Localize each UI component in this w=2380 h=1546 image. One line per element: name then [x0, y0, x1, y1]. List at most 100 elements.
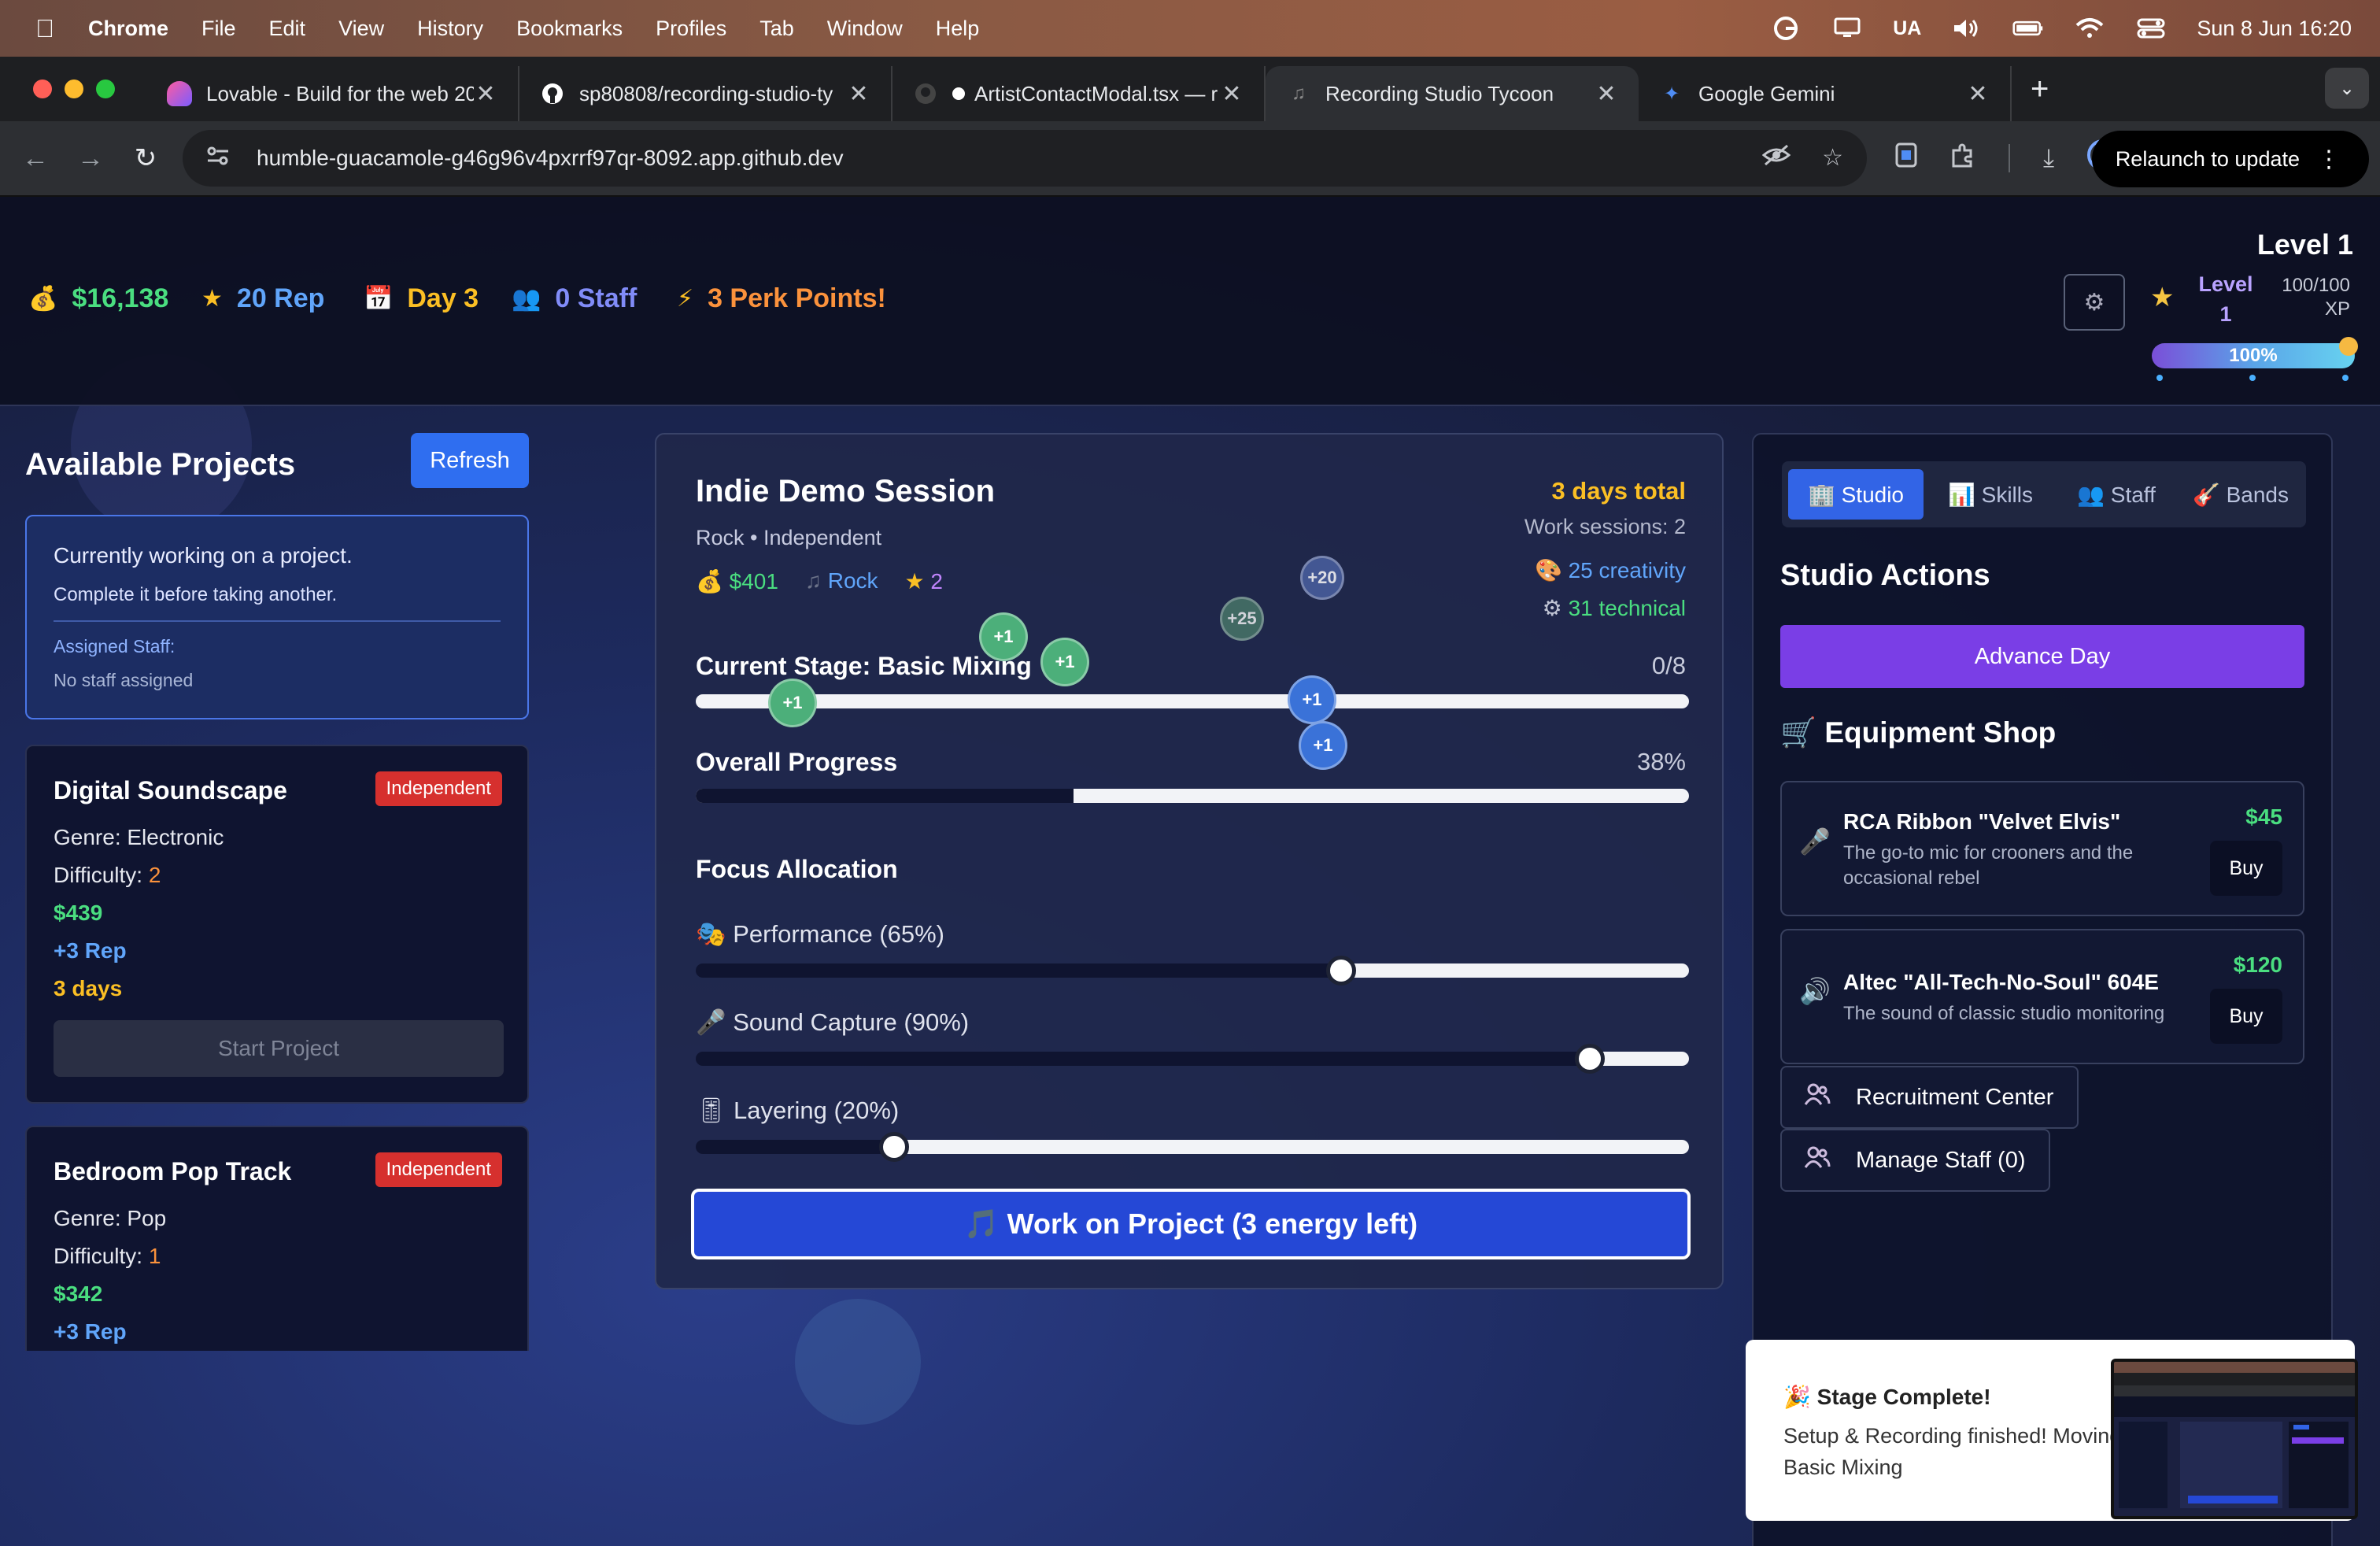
menu-edit[interactable]: Edit	[269, 17, 306, 41]
stage-count: 0/8	[1651, 652, 1686, 679]
back-arrow-icon[interactable]: ←	[8, 143, 63, 174]
layering-slider[interactable]	[696, 1140, 1689, 1154]
tab-github-repo[interactable]: sp80808/recording-studio-ty ✕	[519, 66, 893, 121]
tab-google-gemini[interactable]: ✦ Google Gemini ✕	[1639, 66, 2012, 121]
close-icon[interactable]: ✕	[474, 80, 497, 108]
bookmark-star-icon[interactable]: ☆	[1822, 144, 1843, 172]
close-icon[interactable]: ✕	[1220, 80, 1244, 108]
menu-file[interactable]: File	[201, 17, 236, 41]
theater-masks-icon: 🎭	[696, 920, 726, 948]
buy-button[interactable]: Buy	[2210, 989, 2282, 1044]
menu-app[interactable]: Chrome	[88, 17, 168, 41]
sound-capture-slider-thumb[interactable]	[1574, 1044, 1605, 1074]
buy-button[interactable]: Buy	[2210, 841, 2282, 896]
start-project-button[interactable]: Start Project	[54, 1020, 504, 1077]
floating-gain-bubble: +1	[1288, 675, 1336, 724]
menu-window[interactable]: Window	[827, 17, 903, 41]
tab-lovable[interactable]: Lovable - Build for the web 20 ✕	[146, 66, 519, 121]
level-star-icon: ★	[2150, 283, 2175, 313]
address-bar[interactable]: humble-guacamole-g46g96v4pxrrf97qr-8092.…	[183, 130, 1867, 187]
project-card-bedroom-pop-track: Bedroom Pop Track Independent Genre: Pop…	[25, 1126, 529, 1351]
browser-tab-strip: Lovable - Build for the web 20 ✕ sp80808…	[0, 57, 2380, 121]
recruitment-center-button[interactable]: Recruitment Center	[1780, 1066, 2079, 1129]
session-genre: ♫ Rock	[805, 568, 878, 594]
rep-stat: ★ 20 Rep	[201, 283, 324, 314]
tab-staff[interactable]: 👥 Staff	[2057, 469, 2175, 520]
github-icon	[540, 81, 565, 106]
manage-staff-button[interactable]: Manage Staff (0)	[1780, 1129, 2051, 1192]
relaunch-to-update-button[interactable]: Relaunch to update ⋮	[2091, 131, 2369, 187]
screenshot-thumbnail-preview[interactable]	[2111, 1359, 2358, 1519]
grammarly-icon[interactable]	[1770, 16, 1802, 41]
decorative-circle	[795, 1299, 921, 1425]
advance-day-button[interactable]: Advance Day	[1780, 625, 2304, 688]
tab-search-chevron-icon[interactable]: ⌄	[2325, 68, 2369, 109]
menu-view[interactable]: View	[338, 17, 384, 41]
kebab-menu-icon[interactable]: ⋮	[2317, 146, 2341, 173]
close-window-button[interactable]	[33, 80, 52, 98]
display-icon[interactable]	[1831, 16, 1863, 41]
close-icon[interactable]: ✕	[1966, 80, 1990, 108]
performance-slider[interactable]	[696, 963, 1689, 978]
forward-arrow-icon[interactable]: →	[63, 143, 118, 174]
tab-title: sp80808/recording-studio-ty	[579, 81, 833, 105]
browser-toolbar: ← → ↻ humble-guacamole-g46g96v4pxrrf97qr…	[0, 121, 2380, 197]
tab-title: Lovable - Build for the web 20	[206, 81, 474, 105]
floating-gain-bubble: +25	[1220, 597, 1264, 641]
menu-history[interactable]: History	[417, 17, 483, 41]
menu-help[interactable]: Help	[936, 17, 980, 41]
recruitment-center-label: Recruitment Center	[1856, 1084, 2054, 1110]
sound-capture-slider[interactable]	[696, 1052, 1689, 1066]
mixer-icon: 🎚	[696, 1097, 727, 1124]
users-icon	[1804, 1146, 1831, 1174]
menu-bookmarks[interactable]: Bookmarks	[516, 17, 623, 41]
project-difficulty: Difficulty: 2	[54, 863, 161, 888]
battery-icon[interactable]	[2012, 16, 2044, 41]
project-name: Bedroom Pop Track	[54, 1157, 292, 1185]
site-settings-icon[interactable]	[206, 146, 235, 172]
extension-badge-icon[interactable]	[1895, 142, 1917, 174]
performance-slider-thumb[interactable]	[1326, 956, 1357, 986]
assigned-staff-value: No staff assigned	[54, 670, 194, 690]
notice-line-2: Complete it before taking another.	[54, 584, 338, 605]
tab-skills[interactable]: 📊 Skills	[1931, 469, 2049, 520]
input-source-label[interactable]: UA	[1893, 17, 1921, 40]
wifi-icon[interactable]	[2074, 16, 2105, 41]
apple-icon[interactable]: 	[33, 14, 57, 43]
equipment-description: The sound of classic studio monitoring	[1843, 1003, 2165, 1024]
project-days: 3 days	[54, 976, 123, 1000]
close-icon[interactable]: ✕	[1595, 80, 1618, 108]
minimize-window-button[interactable]	[65, 80, 83, 98]
menu-profiles[interactable]: Profiles	[656, 17, 726, 41]
new-tab-button[interactable]: +	[2031, 72, 2049, 107]
perk-points-stat[interactable]: ⚡ 3 Perk Points!	[677, 283, 886, 314]
macos-menubar:  Chrome File Edit View History Bookmark…	[0, 0, 2380, 57]
settings-gear-button[interactable]: ⚙	[2064, 274, 2125, 331]
control-center-icon[interactable]	[2135, 16, 2167, 41]
level-label: Level 1	[2198, 272, 2253, 326]
volume-icon[interactable]	[1951, 16, 1983, 41]
menubar-datetime[interactable]: Sun 8 Jun 16:20	[2197, 17, 2352, 41]
close-icon[interactable]: ✕	[847, 80, 870, 108]
eye-slash-icon[interactable]	[1761, 144, 1791, 172]
equipment-shop-title: 🛒 Equipment Shop	[1780, 716, 2057, 749]
zoom-window-button[interactable]	[96, 80, 115, 98]
difficulty-value: 1	[148, 1244, 161, 1268]
tab-recording-studio-tycoon[interactable]: ♫ Recording Studio Tycoon ✕	[1266, 66, 1639, 121]
xp-progress-bar: 100%	[2152, 343, 2355, 368]
reload-icon[interactable]: ↻	[118, 142, 173, 174]
tab-bands[interactable]: 🎸 Bands	[2182, 469, 2300, 520]
refresh-button[interactable]: Refresh	[411, 433, 529, 488]
assigned-staff-label: Assigned Staff:	[54, 636, 176, 656]
focus-sound-capture-label: 🎤 Sound Capture (90%)	[696, 1008, 969, 1037]
menu-tab[interactable]: Tab	[759, 17, 794, 41]
stage-progress-bar	[696, 694, 1689, 708]
tab-artist-contact-modal[interactable]: ArtistContactModal.tsx — r ✕	[893, 66, 1266, 121]
extensions-puzzle-icon[interactable]	[1950, 142, 1975, 174]
layering-slider-thumb[interactable]	[879, 1132, 910, 1162]
download-icon[interactable]: ⤓	[2043, 143, 2054, 173]
calendar-icon: 📅	[364, 286, 394, 312]
tab-studio[interactable]: 🏢 Studio	[1788, 469, 1924, 520]
work-on-project-button[interactable]: 🎵 Work on Project (3 energy left)	[691, 1189, 1691, 1259]
technical-value: 31 technical	[1568, 596, 1686, 620]
